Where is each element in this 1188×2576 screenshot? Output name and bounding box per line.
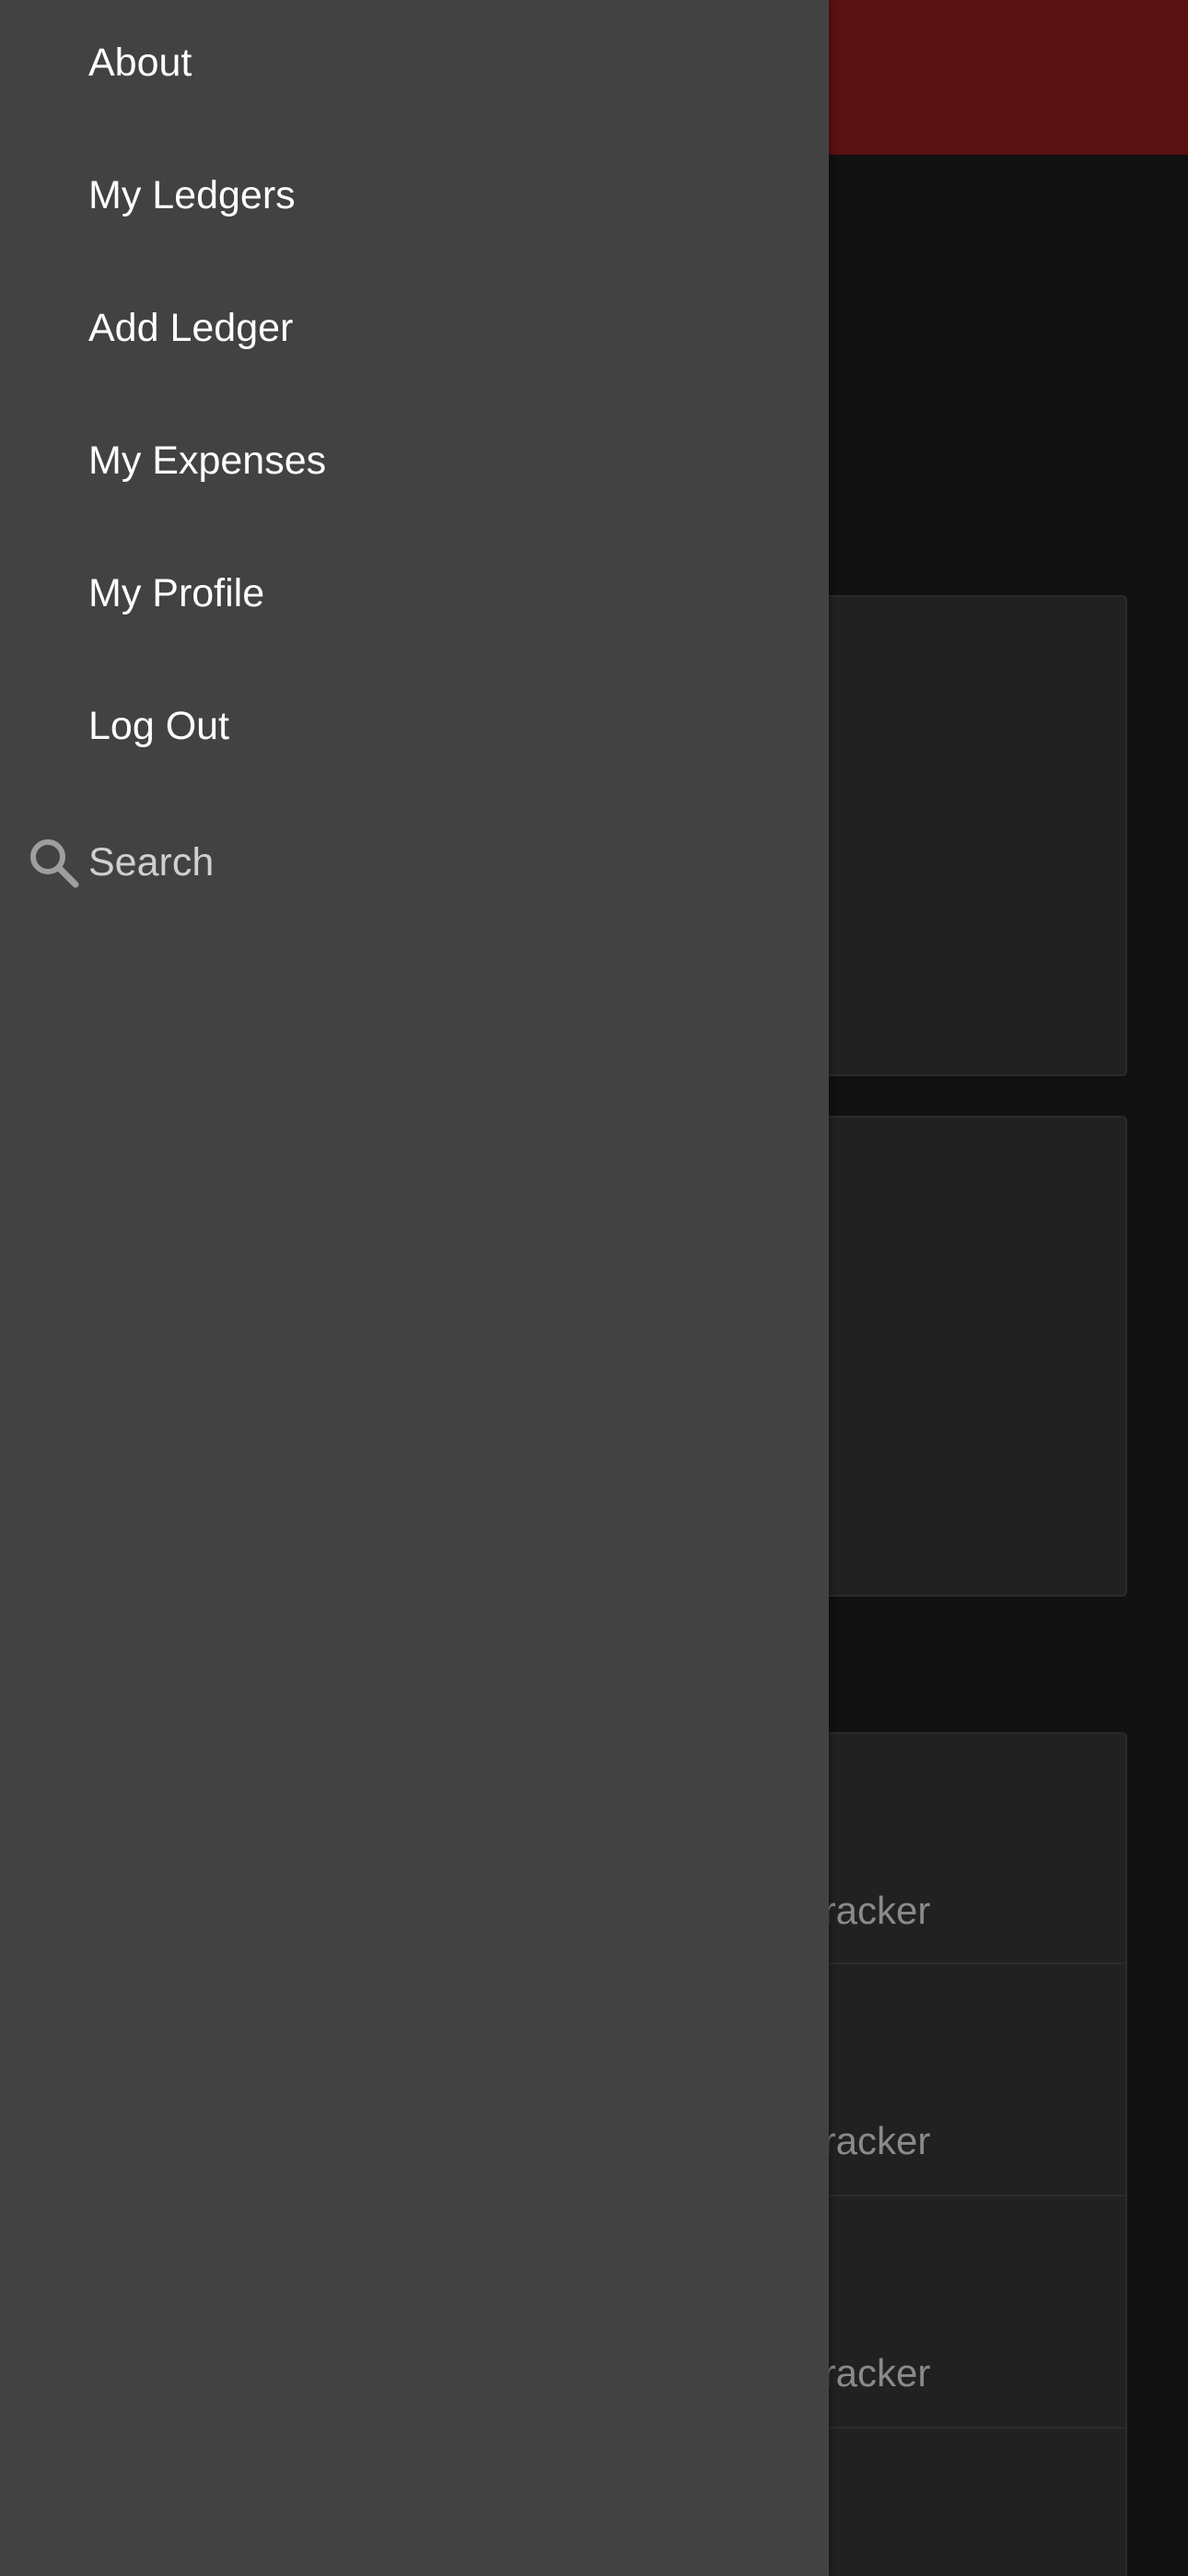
search-icon (28, 837, 79, 888)
list-item-subtitle: tracker (812, 2351, 931, 2395)
nav-item-log-out[interactable]: Log Out (88, 704, 229, 749)
nav-item-my-expenses[interactable]: My Expenses (88, 439, 326, 484)
nav-item-add-ledger[interactable]: Add Ledger (88, 306, 293, 351)
search-bar[interactable] (28, 833, 801, 892)
nav-item-about[interactable]: About (88, 41, 192, 86)
list-item-subtitle: tracker (812, 2119, 931, 2162)
navigation-drawer: About My Ledgers Add Ledger My Expenses … (0, 0, 829, 2576)
list-item-subtitle: tracker (812, 1889, 931, 1932)
search-input[interactable] (88, 833, 788, 892)
app-screen: er er tracker tracker tracker About My L… (0, 0, 1188, 2576)
nav-item-my-ledgers[interactable]: My Ledgers (88, 173, 296, 218)
nav-item-my-profile[interactable]: My Profile (88, 571, 264, 616)
